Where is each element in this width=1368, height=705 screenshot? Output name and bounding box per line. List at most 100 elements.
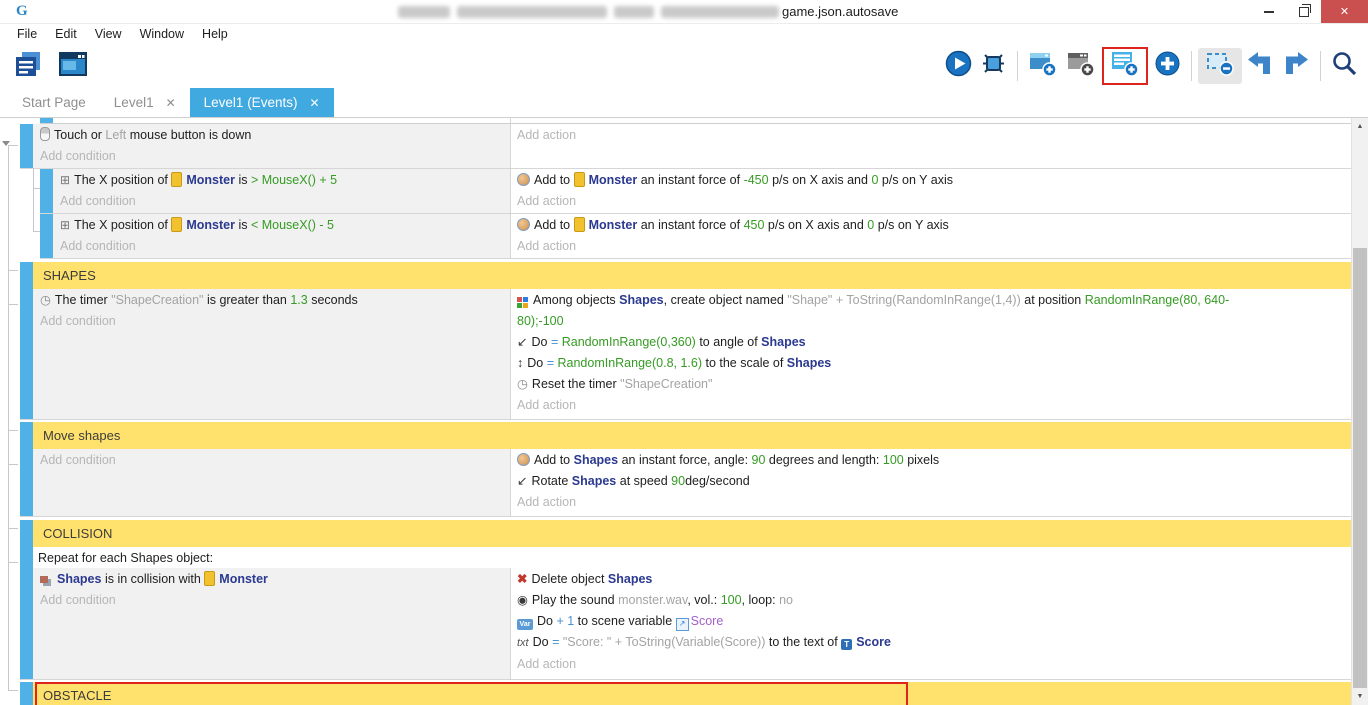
add-condition-link[interactable]: Add condition <box>60 236 506 257</box>
conditions-column[interactable]: ⊞The X position of Monster is < MouseX()… <box>53 214 510 258</box>
text-segment: Do <box>527 356 546 370</box>
tree-tick <box>8 430 18 431</box>
text-segment: Monster <box>589 173 638 187</box>
event-handle[interactable] <box>20 449 33 516</box>
actions-column[interactable] <box>510 118 1352 123</box>
menu-edit[interactable]: Edit <box>46 25 86 43</box>
text-segment: Add action <box>517 239 576 253</box>
redo-button[interactable] <box>1282 50 1310 82</box>
conditions-column[interactable]: Shapes is in collision with MonsterAdd c… <box>33 568 510 679</box>
text-segment: Score <box>856 635 891 649</box>
conditions-column[interactable]: ⊞The X position of Monster is > MouseX()… <box>53 169 510 213</box>
event-row[interactable]: ◷The timer "ShapeCreation" is greater th… <box>20 289 1352 420</box>
text-segment: Shapes <box>787 356 831 370</box>
event-handle[interactable] <box>40 169 53 213</box>
event-line: Shapes is in collision with Monster <box>40 569 506 590</box>
text-segment: Add action <box>517 398 576 412</box>
maximize-button[interactable] <box>1286 0 1321 23</box>
conditions-column[interactable] <box>53 118 510 123</box>
event-handle[interactable] <box>40 118 53 123</box>
add-action-link[interactable]: Add action <box>517 191 1344 212</box>
text-segment: 450 <box>744 218 765 232</box>
event-body: ⊞The X position of Monster is > MouseX()… <box>53 169 1352 213</box>
event-group-obstacle[interactable]: OBSTACLE <box>20 682 1352 705</box>
monster-icon <box>204 571 215 586</box>
event-handle[interactable] <box>20 422 33 449</box>
debug-button[interactable] <box>980 50 1007 82</box>
vertical-scrollbar[interactable]: ▲ ▼ <box>1351 118 1368 705</box>
minimize-button[interactable] <box>1251 0 1286 23</box>
event-handle[interactable] <box>20 520 33 547</box>
project-manager-button[interactable] <box>14 50 42 83</box>
add-condition-link[interactable]: Add condition <box>40 590 506 611</box>
event-handle[interactable] <box>20 682 33 705</box>
event-group-move-shapes[interactable]: Move shapes <box>20 422 1352 449</box>
event-handle[interactable] <box>20 124 33 168</box>
actions-column[interactable]: Add to Monster an instant force of -450 … <box>510 169 1352 213</box>
event-row[interactable]: Touch or Left mouse button is downAdd co… <box>20 124 1352 169</box>
event-handle[interactable] <box>20 262 33 289</box>
add-condition-link[interactable]: Add condition <box>60 191 506 212</box>
scrollbar-thumb[interactable] <box>1353 248 1367 688</box>
actions-column[interactable]: Add to Monster an instant force of 450 p… <box>510 214 1352 258</box>
text-segment: to scene variable <box>574 614 675 628</box>
event-group-shapes[interactable]: SHAPES <box>20 262 1352 289</box>
tab-close-icon[interactable]: ✕ <box>309 96 319 110</box>
tab-close-icon[interactable]: ✕ <box>166 96 176 110</box>
actions-column[interactable]: Add action <box>510 124 1352 168</box>
tab-start-page[interactable]: Start Page <box>8 88 100 117</box>
scroll-up-button[interactable]: ▲ <box>1352 120 1368 133</box>
actions-column[interactable]: Among objects Shapes, create object name… <box>510 289 1352 419</box>
actions-column[interactable]: Add to Shapes an instant force, angle: 9… <box>510 449 1352 516</box>
add-external-layout-button[interactable] <box>1066 50 1096 82</box>
event-handle[interactable] <box>20 547 33 679</box>
add-condition-link[interactable]: Add condition <box>40 450 506 471</box>
add-condition-link[interactable]: Add condition <box>40 311 506 332</box>
add-resource-button[interactable] <box>1154 50 1181 82</box>
conditions-column[interactable]: Add condition <box>33 449 510 516</box>
start-page-button[interactable] <box>58 50 88 83</box>
event-group-collision[interactable]: COLLISION <box>20 520 1352 547</box>
tab-level1-events-[interactable]: Level1 (Events)✕ <box>190 88 334 117</box>
text-segment: Add condition <box>60 194 136 208</box>
add-action-link[interactable]: Add action <box>517 492 1344 513</box>
tab-level1[interactable]: Level1 ✕ <box>100 88 190 117</box>
add-action-link[interactable]: Add action <box>517 395 1344 416</box>
text-segment: Add to <box>534 453 574 467</box>
foreach-event-row[interactable]: Repeat for each Shapes object:Shapes is … <box>20 547 1352 680</box>
event-line: ◷The timer "ShapeCreation" is greater th… <box>40 290 506 311</box>
event-handle[interactable] <box>20 289 33 419</box>
add-condition-link[interactable]: Add condition <box>40 146 506 167</box>
close-button[interactable]: ✕ <box>1321 0 1368 23</box>
menu-view[interactable]: View <box>86 25 131 43</box>
conditions-column[interactable]: Touch or Left mouse button is downAdd co… <box>33 124 510 168</box>
tree-line <box>8 145 9 690</box>
redacted-title-segment <box>398 6 450 18</box>
event-row[interactable]: Add conditionAdd to Shapes an instant fo… <box>20 449 1352 517</box>
conditions-column[interactable]: ◷The timer "ShapeCreation" is greater th… <box>33 289 510 419</box>
menu-file[interactable]: File <box>8 25 46 43</box>
menu-help[interactable]: Help <box>193 25 237 43</box>
deselect-button[interactable] <box>1205 50 1235 82</box>
add-action-link[interactable]: Add action <box>517 125 1344 146</box>
add-scene-button[interactable] <box>1028 50 1058 82</box>
force-icon <box>517 453 530 466</box>
text-segment: RandomInRange(0.8, 1.6) <box>557 356 702 370</box>
mouse-icon <box>40 127 50 141</box>
add-external-events-button[interactable] <box>1110 50 1140 82</box>
menu-window[interactable]: Window <box>131 25 193 43</box>
text-segment: Touch or <box>54 128 105 142</box>
actions-column[interactable]: ✖Delete object Shapes◉Play the sound mon… <box>510 568 1352 679</box>
event-row[interactable]: ⊞The X position of Monster is > MouseX()… <box>40 169 1352 214</box>
tab-label: Level1 <box>114 95 154 110</box>
text-segment: at speed <box>616 474 671 488</box>
undo-button[interactable] <box>1246 50 1274 82</box>
add-action-link[interactable]: Add action <box>517 236 1344 257</box>
scroll-down-button[interactable]: ▼ <box>1352 690 1368 703</box>
search-button[interactable] <box>1331 50 1358 82</box>
preview-button[interactable] <box>945 50 972 82</box>
event-columns: ⊞The X position of Monster is > MouseX()… <box>53 169 1352 213</box>
event-handle[interactable] <box>40 214 53 258</box>
add-action-link[interactable]: Add action <box>517 654 1344 675</box>
event-row[interactable]: ⊞The X position of Monster is < MouseX()… <box>40 214 1352 259</box>
